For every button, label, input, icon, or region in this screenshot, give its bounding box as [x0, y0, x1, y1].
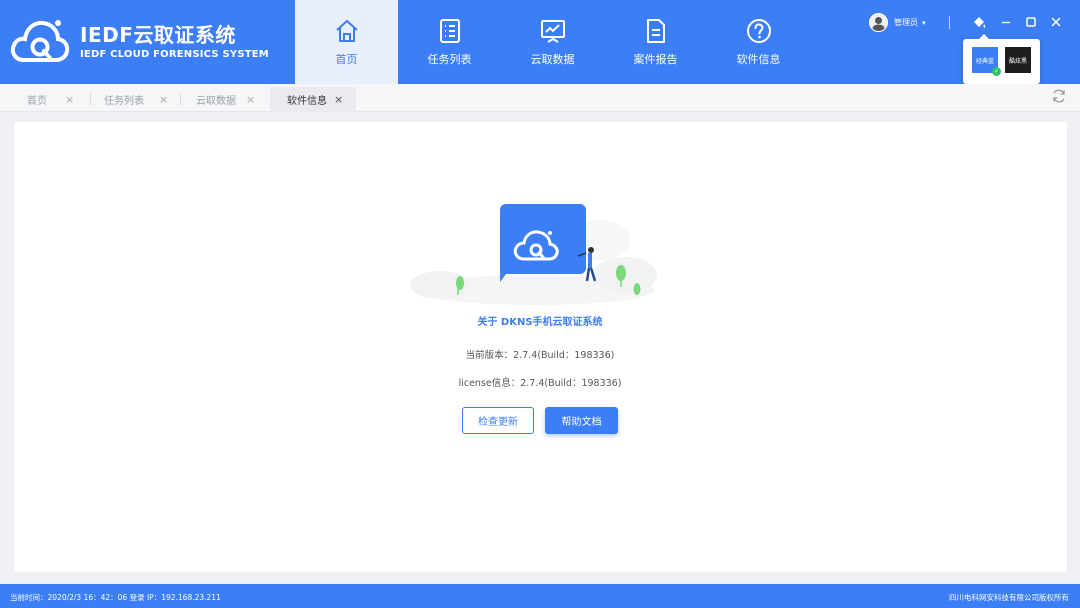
status-bar: 当前时间：2020/2/3 16：42：06 登录 IP：192.168.23.…	[0, 584, 1080, 608]
avatar	[869, 13, 888, 32]
theme-button[interactable]	[970, 13, 988, 31]
close-icon[interactable]: ×	[334, 93, 343, 106]
maximize-button[interactable]	[1022, 13, 1040, 31]
app-subtitle: IEDF CLOUD FORENSICS SYSTEM	[80, 48, 269, 60]
user-name: 管理员	[894, 18, 918, 27]
nav-task-list[interactable]: 任务列表	[398, 0, 501, 84]
nav-home[interactable]: 首页	[295, 0, 398, 84]
cloud-logo-icon	[10, 20, 70, 62]
tab-label: 软件信息	[287, 96, 327, 107]
tab-label: 首页	[27, 96, 47, 107]
help-docs-button[interactable]: 帮助文档	[545, 407, 618, 434]
tab-bar: 首页 × 任务列表 × 云取数据 × 软件信息 ×	[0, 84, 1080, 112]
paint-bucket-icon	[974, 17, 986, 28]
user-avatar-icon	[872, 17, 885, 31]
close-icon[interactable]: ×	[246, 93, 255, 106]
tab-task-list[interactable]: 任务列表 ×	[91, 87, 180, 112]
copyright-text: 四川电科网安科技有限公司版权所有	[949, 593, 1069, 602]
tab-home[interactable]: 首页 ×	[0, 87, 90, 112]
nav-cloud-data[interactable]: 云取数据	[501, 0, 604, 84]
task-list-icon	[439, 19, 460, 43]
theme-label: 经典蓝	[975, 57, 994, 65]
home-icon	[335, 20, 358, 42]
nav-case-report[interactable]: 案件报告	[604, 0, 707, 84]
chart-board-icon	[540, 20, 565, 43]
refresh-icon[interactable]	[1051, 88, 1067, 104]
tab-label: 云取数据	[196, 96, 236, 107]
close-icon[interactable]: ×	[159, 93, 168, 106]
minimize-button[interactable]	[997, 13, 1015, 31]
close-icon	[1051, 17, 1061, 27]
maximize-icon	[1026, 17, 1036, 27]
tab-label: 任务列表	[104, 96, 144, 107]
brand: IEDF云取证系统 IEDF CLOUD FORENSICS SYSTEM	[10, 16, 269, 66]
document-icon	[646, 19, 665, 43]
check-update-button[interactable]: 检查更新	[462, 407, 534, 434]
status-text: 当前时间：2020/2/3 16：42：06 登录 IP：192.168.23.…	[10, 593, 221, 602]
theme-option-classic-blue[interactable]: 经典蓝 ✓	[972, 47, 1001, 76]
tab-software-info[interactable]: 软件信息 ×	[270, 87, 356, 112]
nav-label: 软件信息	[736, 53, 781, 66]
about-title: 关于 DKNS手机云取证系统	[477, 317, 603, 328]
nav-label: 云取数据	[530, 53, 575, 66]
app-title: IEDF云取证系统	[80, 22, 236, 47]
chevron-down-icon: ▾	[922, 18, 926, 27]
main-nav: 首页 任务列表 云取数据 案件报告 软件信息	[295, 0, 810, 84]
close-icon[interactable]: ×	[65, 93, 74, 106]
app-header: IEDF云取证系统 IEDF CLOUD FORENSICS SYSTEM 首页…	[0, 0, 1080, 84]
check-icon: ✓	[992, 67, 1001, 76]
license-info: license信息：2.7.4(Build：198336)	[458, 378, 622, 389]
theme-option-cool-black[interactable]: 酷炫黑	[1005, 47, 1031, 73]
user-menu[interactable]: 管理员 ▾	[869, 13, 926, 32]
nav-label: 案件报告	[633, 53, 678, 66]
about-illustration	[410, 204, 657, 305]
close-button[interactable]	[1047, 13, 1065, 31]
version-info: 当前版本：2.7.4(Build：198336)	[465, 350, 615, 361]
question-circle-icon	[746, 19, 771, 43]
theme-label: 酷炫黑	[1008, 57, 1027, 65]
minimize-icon	[1002, 21, 1010, 24]
theme-popup: 经典蓝 ✓ 酷炫黑	[963, 34, 1040, 84]
tab-cloud-data[interactable]: 云取数据 ×	[181, 87, 270, 112]
header-divider	[949, 16, 950, 29]
nav-label: 任务列表	[427, 53, 472, 66]
nav-label: 首页	[335, 53, 358, 66]
nav-software-info[interactable]: 软件信息	[707, 0, 810, 84]
